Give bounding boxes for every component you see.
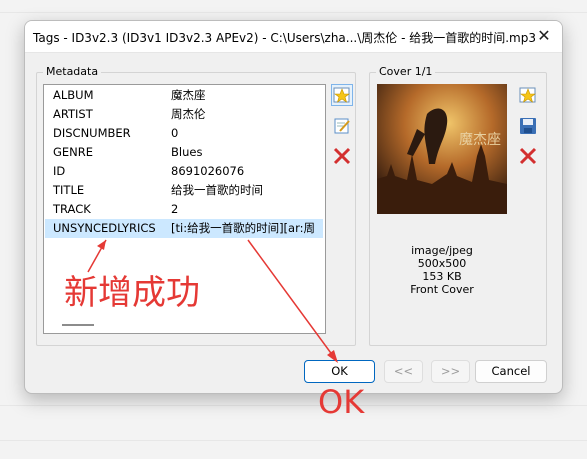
annotation-ok-text: OK <box>318 383 365 421</box>
annotation-added-text: 新增成功 <box>64 273 200 313</box>
annotation-arrows <box>87 239 338 363</box>
